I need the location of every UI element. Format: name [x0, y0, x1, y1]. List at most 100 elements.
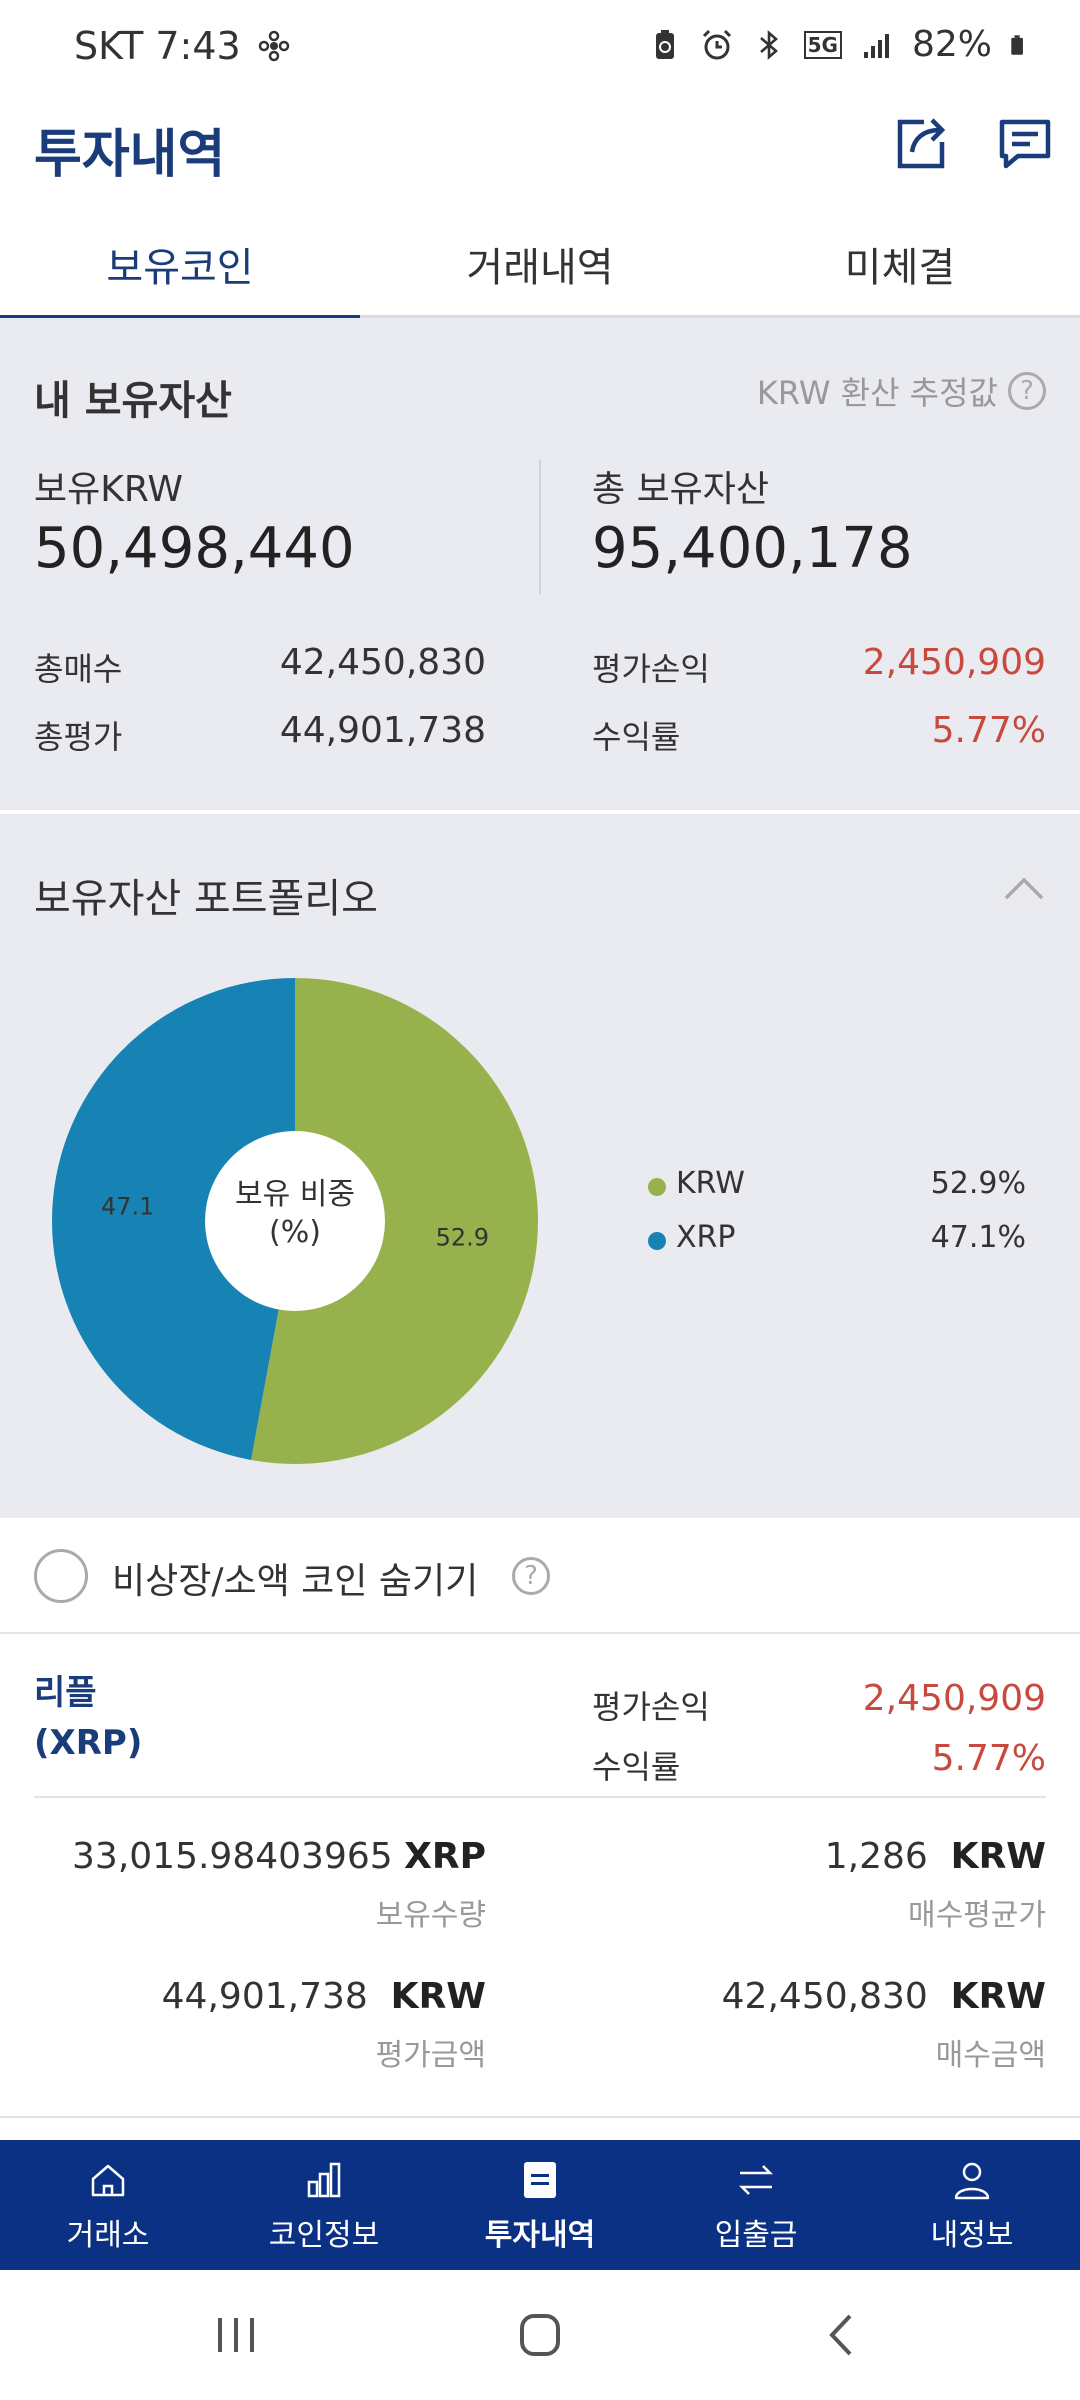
- transfer-icon: [738, 2165, 774, 2195]
- bar-chart-icon: [307, 2162, 341, 2198]
- message-icon[interactable]: [990, 108, 1060, 178]
- coin-rate-value: 5.77%: [931, 1738, 1046, 1779]
- nav-coin-info[interactable]: 코인정보: [216, 2140, 432, 2270]
- coin-name-kr: 리플: [34, 1673, 97, 1713]
- nav-label: 거래소: [66, 2218, 150, 2253]
- alarm-icon: [702, 29, 731, 59]
- tab-open-orders[interactable]: 미체결: [720, 210, 1080, 318]
- coin-eval-amount-unit: KRW: [390, 1976, 486, 2017]
- pie-label-xrp: 47.1: [101, 1193, 154, 1221]
- coin-avg-price-value: 1,286: [824, 1836, 928, 1877]
- battery-saver-icon: [655, 29, 674, 59]
- coin-buy-amount-label: 매수금액: [935, 2038, 1046, 2073]
- krw-note-text: KRW 환산 추정값: [756, 374, 998, 412]
- app-header: 투자내역: [0, 100, 1080, 210]
- total-buy-value: 42,450,830: [279, 642, 486, 683]
- legend-dot-krw: [648, 1178, 666, 1196]
- coin-pnl-value: 2,450,909: [862, 1678, 1046, 1719]
- coin-quantity-value: 33,015.98403965: [72, 1836, 393, 1877]
- divider: [539, 460, 541, 594]
- coin-buy-amount-value: 42,450,830: [721, 1976, 928, 2017]
- battery-icon: [1011, 34, 1023, 55]
- home-button-icon[interactable]: [510, 2310, 570, 2360]
- nav-label: 투자내역: [484, 2218, 596, 2253]
- total-eval-label: 총평가: [34, 718, 123, 756]
- coin-eval-amount-label: 평가금액: [375, 2038, 486, 2073]
- total-assets-value: 95,400,178: [592, 516, 913, 581]
- coin-name: 리플 (XRP): [34, 1668, 142, 1768]
- chevron-up-icon[interactable]: [1002, 874, 1046, 904]
- status-left: SKT 7:43: [74, 24, 291, 68]
- portfolio-title: 보유자산 포트폴리오: [34, 876, 378, 922]
- coin-quantity-label: 보유수량: [375, 1898, 486, 1933]
- tab-holdings[interactable]: 보유코인: [0, 210, 360, 321]
- legend-name: KRW: [676, 1166, 745, 1201]
- status-right: 5G 82%: [648, 24, 1032, 65]
- coin-eval-amount: 44,901,738 KRW: [162, 1976, 486, 2017]
- pnl-label: 평가손익: [592, 650, 710, 688]
- nav-label: 코인정보: [268, 2218, 380, 2253]
- nav-label: 입출금: [714, 2218, 798, 2253]
- signal-icon: [863, 33, 889, 58]
- pie-center-line1: 보유 비중: [235, 1177, 355, 1212]
- pie-center-line2: (%): [269, 1215, 321, 1250]
- bottom-nav: 거래소 코인정보 투자내역 입출금 내정보: [0, 2140, 1080, 2270]
- coin-divider: [34, 1796, 1046, 1798]
- legend-value: 52.9%: [930, 1166, 1026, 1201]
- system-nav-bar: [0, 2270, 1080, 2400]
- list-icon: [524, 2162, 556, 2198]
- user-icon: [954, 2162, 990, 2200]
- legend-item-xrp: XRP 47.1%: [640, 1220, 1040, 1274]
- coin-avg-price-label: 매수평균가: [908, 1898, 1046, 1933]
- nav-deposit-withdraw[interactable]: 입출금: [648, 2140, 864, 2270]
- coin-symbol: (XRP): [34, 1723, 143, 1763]
- legend-dot-xrp: [648, 1232, 666, 1250]
- portfolio-section: 보유자산 포트폴리오 52.9 47.1 보유 비중 (%) KRW 52.9% …: [0, 814, 1080, 1518]
- total-assets-label: 총 보유자산: [592, 469, 770, 510]
- recent-apps-icon[interactable]: [206, 2310, 266, 2360]
- nav-investments[interactable]: 투자내역: [432, 2140, 648, 2270]
- help-icon[interactable]: ?: [512, 1557, 550, 1595]
- nav-my-info[interactable]: 내정보: [864, 2140, 1080, 2270]
- pie-label-krw: 52.9: [436, 1223, 489, 1251]
- status-bar: SKT 7:43 5G 82%: [0, 0, 1080, 100]
- hide-small-coins-label: 비상장/소액 코인 숨기기: [112, 1561, 479, 1602]
- coin-rate-label: 수익률: [592, 1748, 681, 1786]
- back-icon[interactable]: [812, 2310, 872, 2360]
- coin-quantity-unit: XRP: [404, 1836, 486, 1877]
- carrier-time: SKT 7:43: [74, 24, 241, 68]
- hide-small-coins-row[interactable]: 비상장/소액 코인 숨기기 ?: [0, 1518, 1080, 1634]
- coin-avg-price-unit: KRW: [950, 1836, 1046, 1877]
- hide-small-coins-radio[interactable]: [34, 1549, 88, 1603]
- tab-transactions[interactable]: 거래내역: [360, 210, 720, 318]
- krw-note[interactable]: KRW 환산 추정값 ?: [757, 368, 1046, 414]
- battery-percent: 82%: [911, 24, 992, 65]
- share-icon[interactable]: [886, 108, 956, 178]
- rate-label: 수익률: [592, 718, 681, 756]
- home-icon: [91, 2164, 125, 2197]
- pie-legend: KRW 52.9% XRP 47.1%: [640, 1166, 1040, 1274]
- coin-buy-amount-unit: KRW: [950, 1976, 1046, 2017]
- legend-value: 47.1%: [930, 1220, 1026, 1255]
- total-buy-label: 총매수: [34, 650, 123, 688]
- coin-card-divider: [0, 2116, 1080, 2118]
- legend-name: XRP: [676, 1220, 736, 1255]
- bluetooth-icon: [759, 29, 778, 60]
- krw-label: 보유KRW: [34, 469, 183, 510]
- coin-card-xrp[interactable]: 리플 (XRP) 평가손익 2,450,909 수익률 5.77% 33,015…: [0, 1636, 1080, 2116]
- nav-exchange[interactable]: 거래소: [0, 2140, 216, 2270]
- coin-pnl-label: 평가손익: [592, 1688, 710, 1726]
- assets-title: 내 보유자산: [34, 378, 232, 424]
- tab-bar: 보유코인 거래내역 미체결: [0, 210, 1080, 321]
- coin-buy-amount: 42,450,830 KRW: [722, 1976, 1046, 2017]
- flower-icon: [258, 30, 289, 62]
- coin-avg-price: 1,286 KRW: [825, 1836, 1046, 1877]
- rate-value: 5.77%: [931, 710, 1046, 751]
- coin-eval-amount-value: 44,901,738: [161, 1976, 368, 2017]
- legend-item-krw: KRW 52.9%: [640, 1166, 1040, 1220]
- help-icon[interactable]: ?: [1008, 372, 1046, 410]
- coin-quantity: 33,015.98403965 XRP: [72, 1836, 486, 1877]
- total-eval-value: 44,901,738: [279, 710, 486, 751]
- pie-chart: 52.9 47.1 보유 비중 (%): [50, 976, 540, 1466]
- network-type: 5G: [803, 30, 842, 59]
